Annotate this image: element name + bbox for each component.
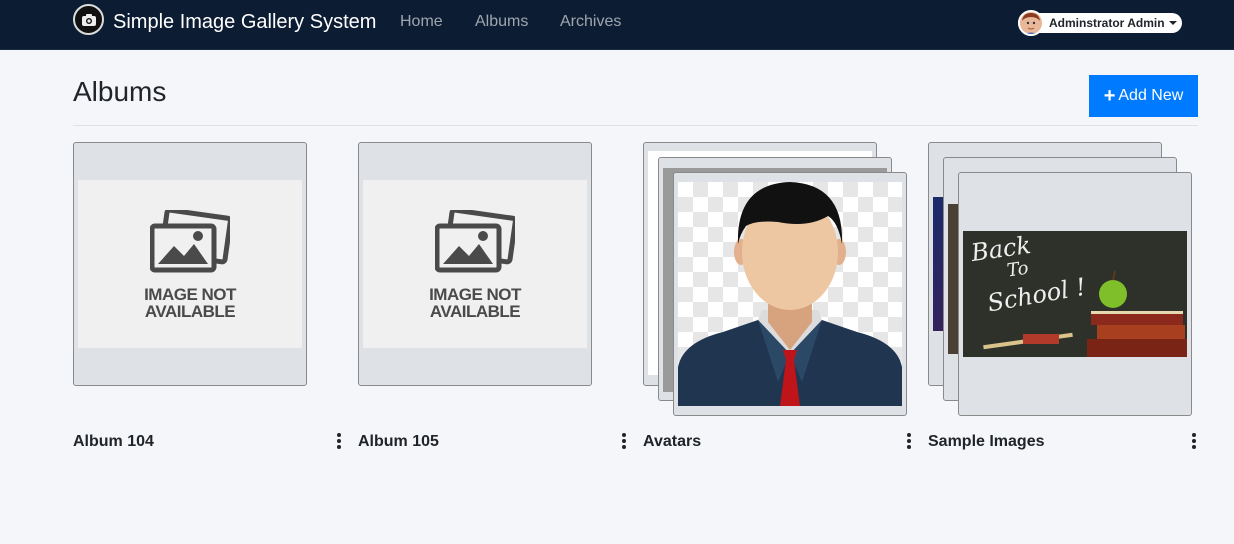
image-icon xyxy=(435,210,515,273)
user-name: Adminstrator Admin xyxy=(1049,16,1165,30)
image-not-available-placeholder: IMAGE NOT AVAILABLE xyxy=(78,180,302,348)
add-new-button[interactable]: + Add New xyxy=(1089,75,1198,117)
brand-title[interactable]: Simple Image Gallery System xyxy=(113,11,376,34)
avatar-illustration xyxy=(678,182,902,406)
album-thumbnail[interactable]: IMAGE NOT AVAILABLE xyxy=(73,142,307,386)
chalk-text-to: To xyxy=(1005,257,1030,282)
divider xyxy=(73,125,1198,126)
placeholder-text-2: AVAILABLE xyxy=(429,302,521,321)
chevron-down-icon xyxy=(1168,21,1177,25)
top-navbar: Simple Image Gallery System Home Albums … xyxy=(0,0,1234,50)
plus-icon: + xyxy=(1103,85,1116,107)
placeholder-text-2: AVAILABLE xyxy=(144,302,236,321)
image-not-available-placeholder: IMAGE NOT AVAILABLE xyxy=(363,180,587,348)
user-menu-dropdown[interactable]: Adminstrator Admin xyxy=(1018,10,1182,36)
back-to-school-image: Back To School ! xyxy=(963,231,1187,357)
avatar xyxy=(1018,10,1044,36)
page-title: Albums xyxy=(73,76,167,107)
more-options-icon[interactable] xyxy=(904,432,914,452)
camera-icon[interactable] xyxy=(73,4,104,35)
more-options-icon[interactable] xyxy=(619,432,629,452)
album-name[interactable]: Album 104 xyxy=(73,433,154,451)
placeholder-text-1: IMAGE NOT xyxy=(429,285,521,304)
album-name[interactable]: Sample Images xyxy=(928,433,1045,451)
album-thumbnail[interactable] xyxy=(673,172,907,416)
nav-link-home[interactable]: Home xyxy=(400,13,443,31)
image-icon xyxy=(150,210,230,273)
nav-link-albums[interactable]: Albums xyxy=(475,13,528,31)
nav-link-archives[interactable]: Archives xyxy=(560,13,621,31)
album-thumbnail[interactable]: Back To School ! xyxy=(958,172,1192,416)
more-options-icon[interactable] xyxy=(1189,432,1199,452)
placeholder-text-1: IMAGE NOT xyxy=(144,285,236,304)
album-name[interactable]: Avatars xyxy=(643,433,701,451)
more-options-icon[interactable] xyxy=(334,432,344,452)
album-thumbnail[interactable]: IMAGE NOT AVAILABLE xyxy=(358,142,592,386)
album-name[interactable]: Album 105 xyxy=(358,433,439,451)
add-new-label: Add New xyxy=(1118,87,1184,104)
